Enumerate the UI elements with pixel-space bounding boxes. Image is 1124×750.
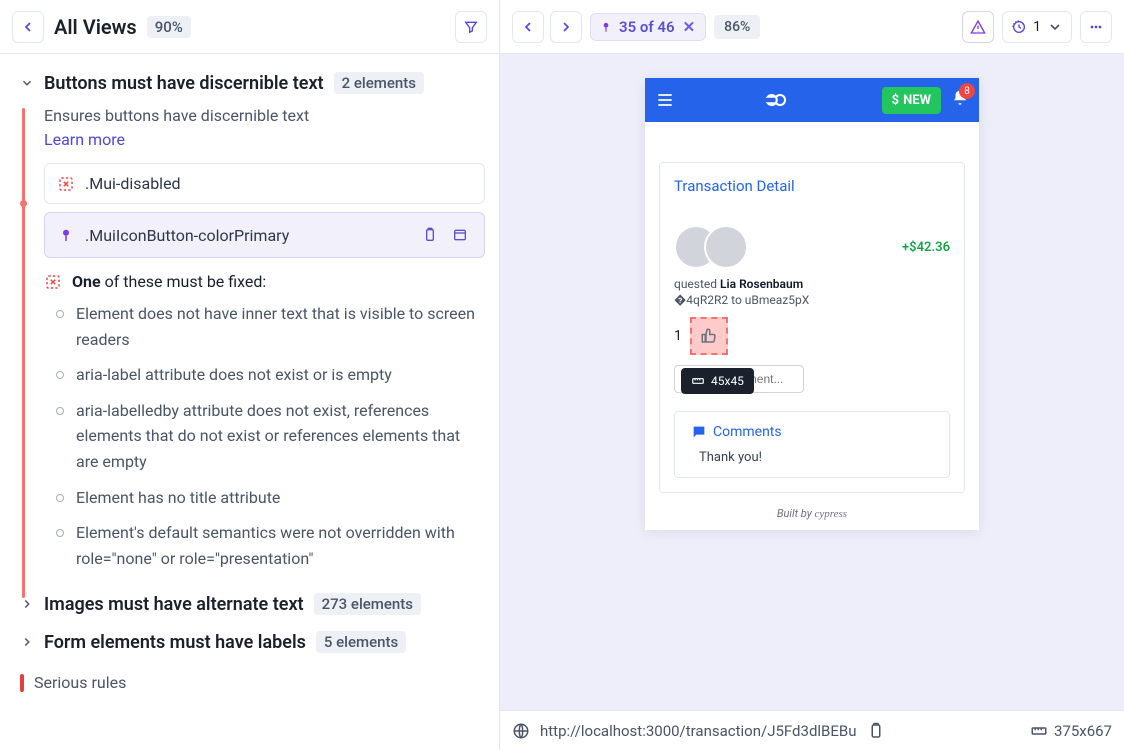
viewport-dimensions: 375x667 [1030,722,1112,740]
hamburger-icon[interactable] [655,90,675,110]
prev-issue-button[interactable] [512,11,544,43]
history-button[interactable]: 1 [1002,11,1072,43]
notifications-badge: 8 [959,83,975,99]
warning-icon [970,19,986,35]
app-logo-icon [761,90,795,110]
zoom-badge: 86% [714,15,760,39]
clipboard-icon [422,227,438,243]
target-missing-icon [44,273,62,291]
issue-count-pill[interactable]: 35 of 46 ✕ [590,13,706,41]
rule-title: Buttons must have discernible text [44,73,324,94]
viewport-text: 375x667 [1054,722,1112,740]
target-missing-icon [57,175,75,193]
notifications-button[interactable]: 8 [951,89,969,111]
right-header: 35 of 46 ✕ 86% 1 [500,0,1124,54]
fix-item: Element's default semantics were not ove… [56,520,485,571]
learn-more-link[interactable]: Learn more [44,130,485,149]
more-menu-button[interactable] [1080,11,1112,43]
element-size-tooltip: 45x45 [681,368,754,394]
like-count: 1 [674,328,682,344]
ruler-icon [1030,722,1048,740]
transaction-card: Transaction Detail +$42.36 quested Lia R… [659,162,965,493]
rule-title: Images must have alternate text [44,594,304,615]
tx-line-1: quested Lia Rosenbaum [674,277,950,291]
page-title: All Views [54,15,137,39]
chevron-down-icon [20,76,34,90]
rule-count-badge: 2 elements [334,72,424,94]
comments-title: Comments [713,424,782,440]
fix-heading: One of these must be fixed: [44,272,485,291]
window-icon [452,227,468,243]
rule-description: Ensures buttons have discernible text [44,104,485,128]
dots-icon [1088,19,1104,35]
tooltip-text: 45x45 [711,374,744,388]
comment-body: Thank you! [691,450,933,465]
selector-text: .Mui-disabled [85,174,181,193]
score-badge: 90% [147,16,191,38]
fix-item: aria-labelledby attribute does not exist… [56,398,485,475]
app-topbar: $ NEW 8 [645,78,979,122]
right-footer: http://localhost:3000/transaction/J5Fd3d… [500,710,1124,750]
severity-group-serious[interactable]: Serious rules [20,673,485,692]
clipboard-icon[interactable] [867,722,885,740]
left-header: All Views 90% [0,0,499,54]
chevron-down-icon [1047,19,1063,35]
fix-item: aria-label attribute does not exist or i… [56,362,485,388]
rule-images-alt[interactable]: Images must have alternate text 273 elem… [20,593,485,615]
severity-indicator [20,674,24,692]
device-preview: $ NEW 8 Transaction Detail +$42.36 que [645,78,979,530]
next-issue-button[interactable] [550,11,582,43]
tx-line-2: �4qR2R2 to uBmeaz5pX [674,293,950,307]
rule-buttons-text[interactable]: Buttons must have discernible text 2 ele… [20,72,485,94]
pin-icon [599,20,613,34]
amount-text: +$42.36 [902,240,950,255]
chevron-right-icon [20,635,34,649]
new-button[interactable]: $ NEW [882,87,941,114]
built-by: Built by cypress [659,507,965,520]
filter-button[interactable] [455,11,487,43]
arrow-right-icon [558,19,574,35]
warnings-button[interactable] [962,11,994,43]
filter-icon [463,19,479,35]
fix-list: Element does not have inner text that is… [56,301,485,571]
history-count: 1 [1033,19,1041,35]
rule-title: Form elements must have labels [44,632,306,653]
selector-item-1[interactable]: .MuiIconButton-colorPrimary [44,212,485,258]
clear-issue-button[interactable]: ✕ [681,18,698,36]
issue-count-text: 35 of 46 [619,18,675,36]
selector-text: .MuiIconButton-colorPrimary [85,226,289,245]
copy-selector-button[interactable] [418,223,442,247]
comment-icon [691,424,707,440]
fix-item: Element does not have inner text that is… [56,301,485,352]
avatar [704,225,748,269]
card-title: Transaction Detail [674,177,950,195]
arrow-left-icon [20,19,36,35]
fix-item: Element has no title attribute [56,485,485,511]
chevron-right-icon [20,597,34,611]
arrow-left-icon [520,19,536,35]
comments-card: Comments Thank you! [674,411,950,478]
url-text: http://localhost:3000/transaction/J5Fd3d… [540,722,857,740]
severity-label: Serious rules [34,673,126,692]
like-button-highlighted[interactable] [690,317,728,355]
thumbs-up-icon [700,327,718,345]
history-icon [1011,19,1027,35]
globe-icon [512,722,530,740]
rule-count-badge: 273 elements [314,593,421,615]
print-selector-button[interactable] [448,223,472,247]
selector-item-0[interactable]: .Mui-disabled [44,163,485,204]
pin-icon [57,226,75,244]
ruler-icon [691,374,705,388]
dollar-icon: $ [892,93,899,108]
back-button[interactable] [12,11,44,43]
new-label: NEW [903,93,931,108]
rule-count-badge: 5 elements [316,631,406,653]
rule-form-labels[interactable]: Form elements must have labels 5 element… [20,631,485,653]
